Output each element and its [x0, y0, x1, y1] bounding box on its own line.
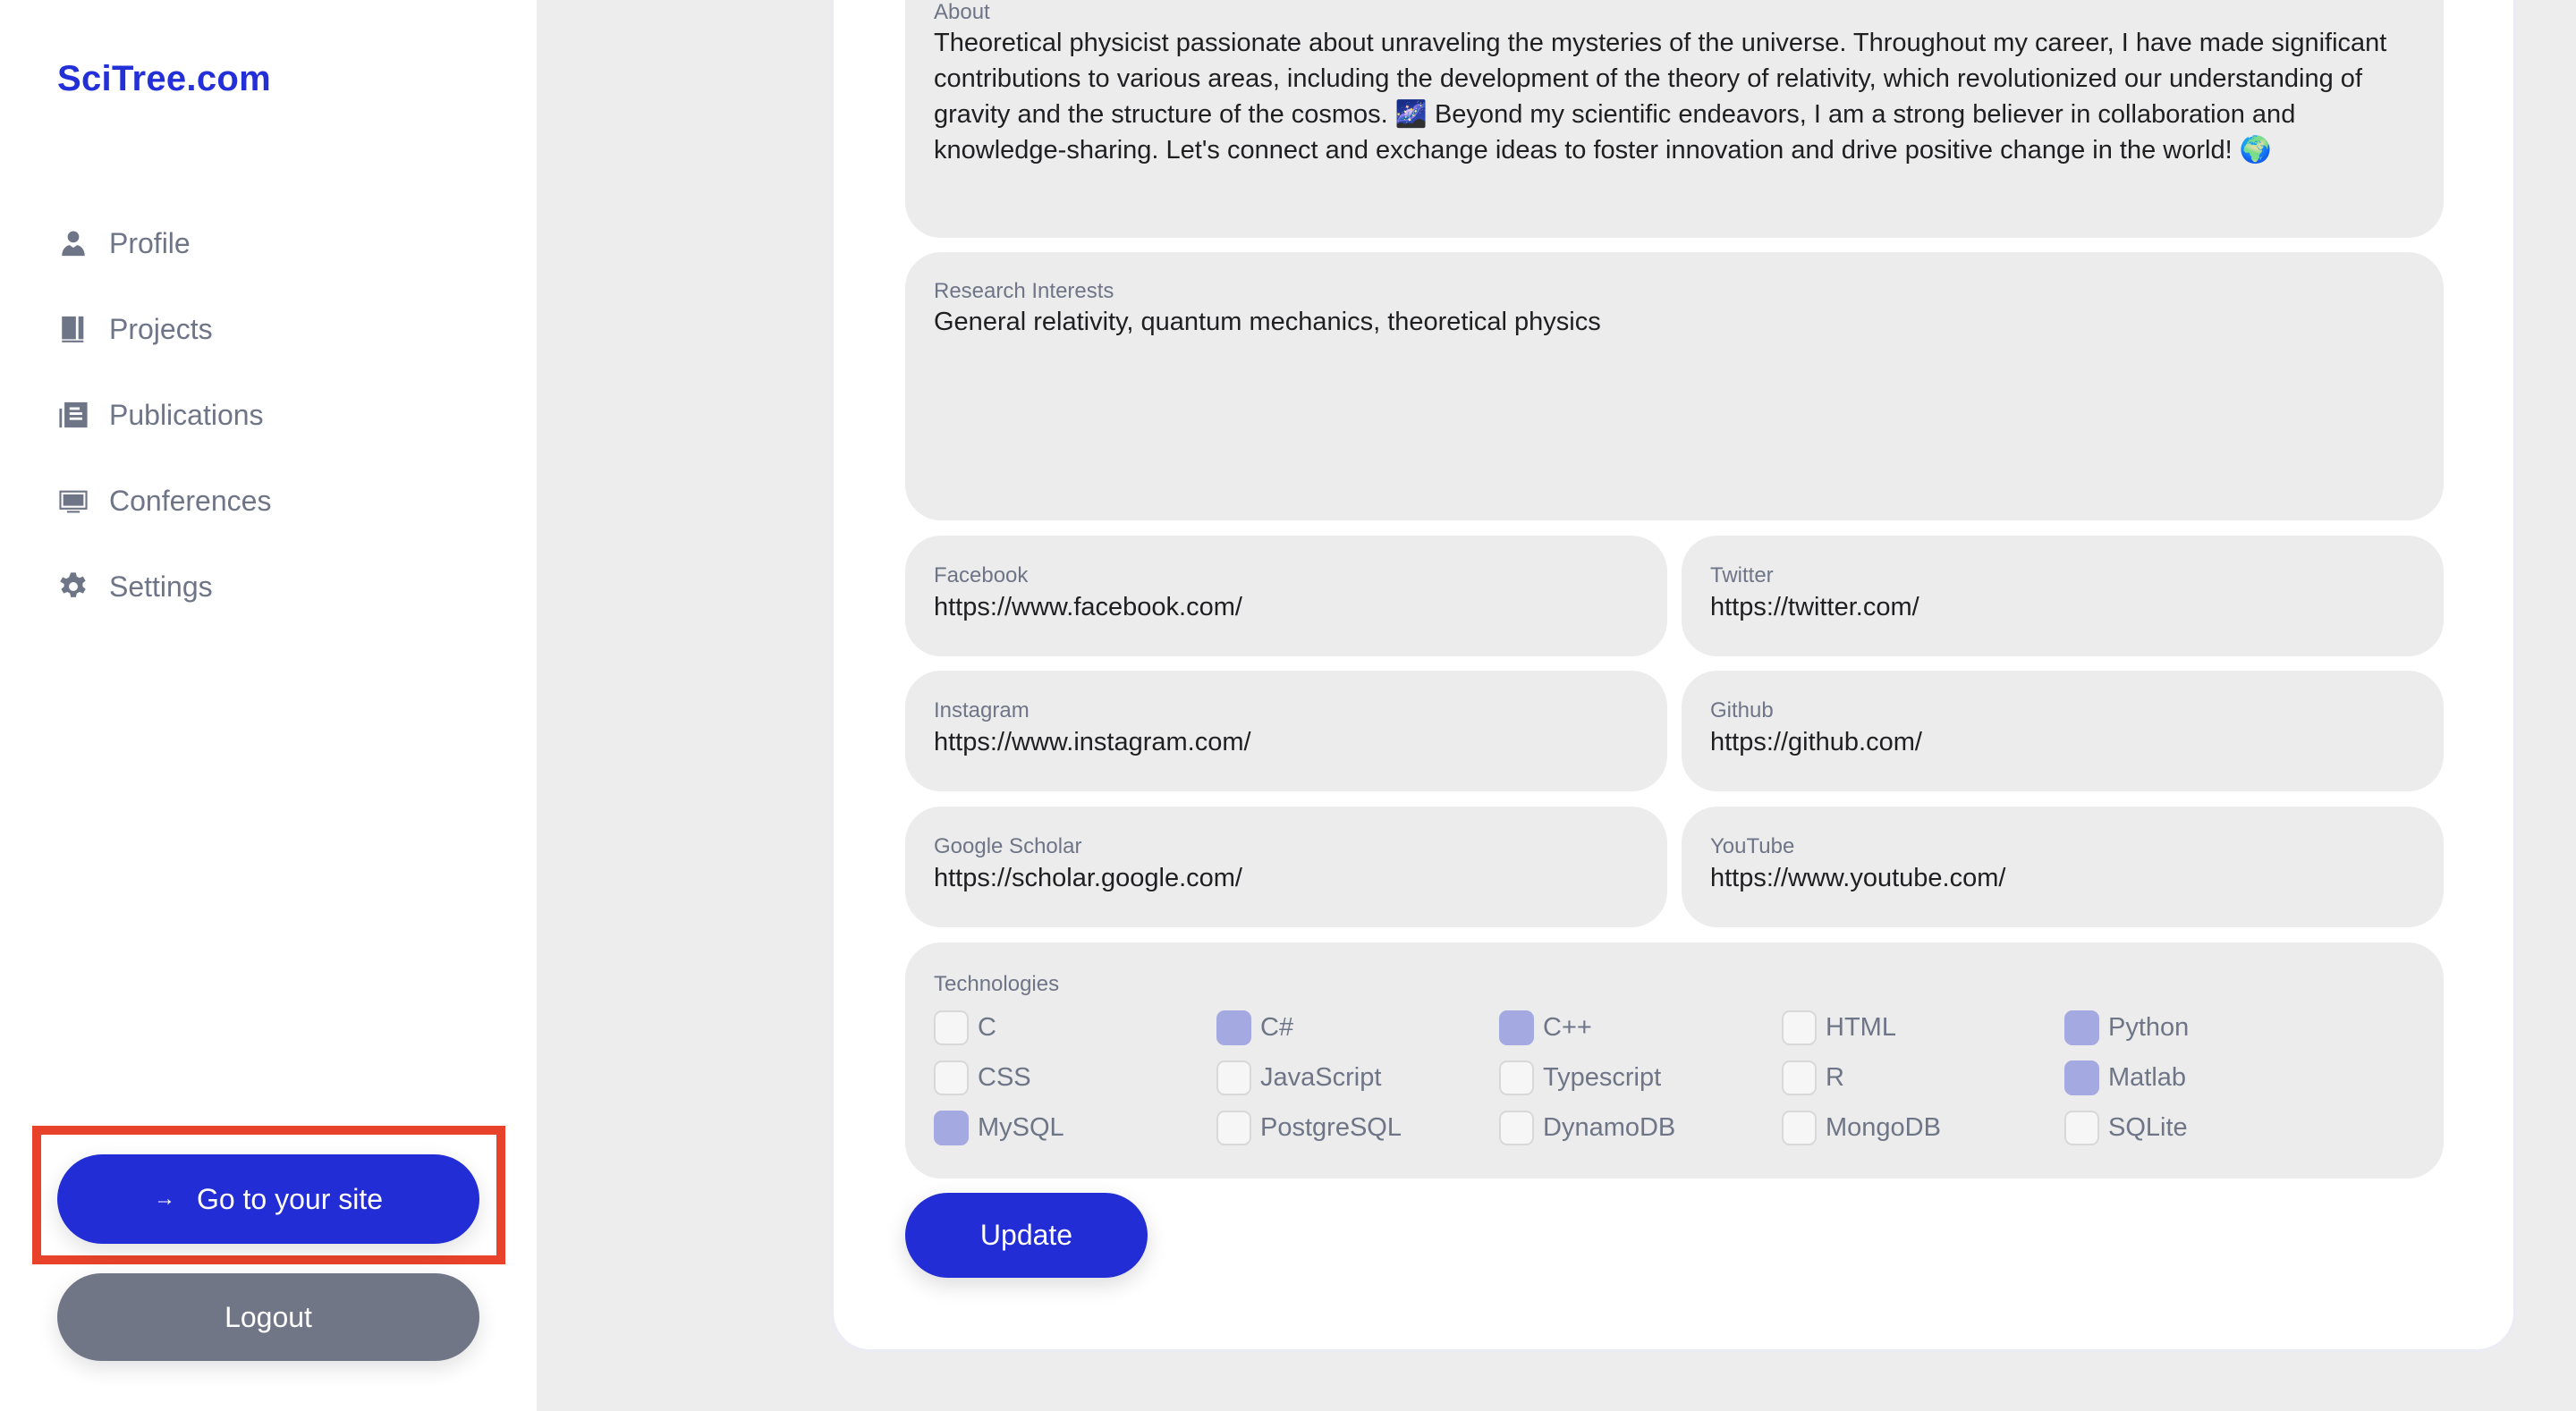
- technology-option[interactable]: MySQL: [934, 1103, 1216, 1153]
- technology-option[interactable]: JavaScript: [1216, 1052, 1499, 1103]
- technology-checkbox[interactable]: [934, 1110, 969, 1145]
- youtube-field[interactable]: YouTube https://www.youtube.com/: [1682, 807, 2444, 927]
- technology-option[interactable]: Typescript: [1499, 1052, 1782, 1103]
- go-to-site-label: Go to your site: [196, 1182, 384, 1215]
- sidebar-item-projects[interactable]: Projects: [57, 309, 271, 349]
- about-label: About: [934, 0, 990, 24]
- technology-label: Python: [2108, 1012, 2190, 1042]
- technologies-label: Technologies: [934, 972, 1060, 996]
- technology-checkbox[interactable]: [934, 1010, 969, 1045]
- technology-option[interactable]: CSS: [934, 1052, 1216, 1103]
- technology-label: MongoDB: [1826, 1112, 1941, 1142]
- technology-option[interactable]: Matlab: [2064, 1052, 2347, 1103]
- technology-checkbox[interactable]: [2064, 1010, 2099, 1045]
- technology-label: Matlab: [2108, 1062, 2187, 1092]
- facebook-label: Facebook: [934, 563, 1029, 587]
- technology-option[interactable]: Python: [2064, 1002, 2347, 1052]
- research-interests-label: Research Interests: [934, 279, 1114, 303]
- update-button[interactable]: Update: [905, 1193, 1148, 1278]
- technology-checkbox[interactable]: [1782, 1060, 1817, 1095]
- facebook-field[interactable]: Facebook https://www.facebook.com/: [905, 536, 1667, 656]
- technology-label: C: [978, 1012, 996, 1042]
- sidebar-item-settings[interactable]: Settings: [57, 567, 271, 606]
- technology-checkbox[interactable]: [1216, 1110, 1251, 1145]
- technology-checkbox[interactable]: [1499, 1110, 1534, 1145]
- technology-label: C#: [1260, 1012, 1294, 1042]
- person-icon: [57, 227, 89, 259]
- technology-checkbox[interactable]: [1499, 1060, 1534, 1095]
- technology-label: SQLite: [2108, 1112, 2188, 1142]
- technology-checkbox[interactable]: [1216, 1060, 1251, 1095]
- sidebar-item-conferences[interactable]: Conferences: [57, 481, 271, 520]
- sidebar-item-label: Profile: [109, 226, 191, 259]
- instagram-input[interactable]: https://www.instagram.com/: [934, 724, 1639, 760]
- sidebar-nav: Profile Projects Publications Conference…: [57, 224, 271, 653]
- github-input[interactable]: https://github.com/: [1710, 724, 2415, 760]
- technology-label: DynamoDB: [1543, 1112, 1676, 1142]
- monitor-icon: [57, 485, 89, 517]
- sidebar-item-profile[interactable]: Profile: [57, 224, 271, 263]
- about-textarea[interactable]: Theoretical physicist passionate about u…: [934, 25, 2415, 168]
- technology-option[interactable]: C#: [1216, 1002, 1499, 1052]
- technology-label: CSS: [978, 1062, 1031, 1092]
- logout-button[interactable]: Logout: [57, 1273, 479, 1361]
- technology-checkbox[interactable]: [2064, 1110, 2099, 1145]
- gear-icon: [57, 570, 89, 603]
- google-scholar-label: Google Scholar: [934, 834, 1082, 858]
- technology-option[interactable]: C++: [1499, 1002, 1782, 1052]
- technology-checkbox[interactable]: [1782, 1010, 1817, 1045]
- twitter-input[interactable]: https://twitter.com/: [1710, 589, 2415, 625]
- twitter-label: Twitter: [1710, 563, 1774, 587]
- research-interests-textarea[interactable]: General relativity, quantum mechanics, t…: [934, 304, 2415, 340]
- technology-checkbox[interactable]: [1499, 1010, 1534, 1045]
- sidebar-item-label: Publications: [109, 398, 264, 431]
- google-scholar-input[interactable]: https://scholar.google.com/: [934, 860, 1639, 896]
- about-field[interactable]: About Theoretical physicist passionate a…: [905, 0, 2444, 238]
- technology-label: HTML: [1826, 1012, 1896, 1042]
- instagram-label: Instagram: [934, 698, 1030, 722]
- sidebar-item-label: Projects: [109, 312, 213, 345]
- research-interests-field[interactable]: Research Interests General relativity, q…: [905, 252, 2444, 520]
- go-to-site-button[interactable]: → Go to your site: [57, 1154, 479, 1244]
- technology-option[interactable]: R: [1782, 1052, 2064, 1103]
- technology-label: C++: [1543, 1012, 1592, 1042]
- newspaper-icon: [57, 399, 89, 431]
- arrow-right-icon: →: [153, 1187, 175, 1211]
- youtube-label: YouTube: [1710, 834, 1795, 858]
- github-label: Github: [1710, 698, 1774, 722]
- technology-label: Typescript: [1543, 1062, 1662, 1092]
- technologies-field: Technologies C C# C++ HTML Python CSS JavaScri…: [905, 942, 2444, 1179]
- technology-option[interactable]: DynamoDB: [1499, 1103, 1782, 1153]
- logo[interactable]: SciTree.com: [57, 59, 271, 99]
- technology-label: MySQL: [978, 1112, 1064, 1142]
- technology-label: R: [1826, 1062, 1844, 1092]
- sidebar-item-label: Settings: [109, 570, 213, 603]
- youtube-input[interactable]: https://www.youtube.com/: [1710, 860, 2415, 896]
- technology-option[interactable]: HTML: [1782, 1002, 2064, 1052]
- twitter-field[interactable]: Twitter https://twitter.com/: [1682, 536, 2444, 656]
- technology-option[interactable]: MongoDB: [1782, 1103, 2064, 1153]
- technology-checkbox[interactable]: [1782, 1110, 1817, 1145]
- book-icon: [57, 313, 89, 345]
- technologies-grid: C C# C++ HTML Python CSS JavaScript Typescript R…: [934, 1002, 2415, 1153]
- sidebar-item-publications[interactable]: Publications: [57, 395, 271, 435]
- google-scholar-field[interactable]: Google Scholar https://scholar.google.co…: [905, 807, 1667, 927]
- facebook-input[interactable]: https://www.facebook.com/: [934, 589, 1639, 625]
- technology-checkbox[interactable]: [1216, 1010, 1251, 1045]
- technology-checkbox[interactable]: [934, 1060, 969, 1095]
- technology-option[interactable]: PostgreSQL: [1216, 1103, 1499, 1153]
- technology-label: PostgreSQL: [1260, 1112, 1402, 1142]
- technology-checkbox[interactable]: [2064, 1060, 2099, 1095]
- technology-option[interactable]: C: [934, 1002, 1216, 1052]
- instagram-field[interactable]: Instagram https://www.instagram.com/: [905, 671, 1667, 791]
- technology-option[interactable]: SQLite: [2064, 1103, 2347, 1153]
- technology-label: JavaScript: [1260, 1062, 1382, 1092]
- sidebar-item-label: Conferences: [109, 484, 272, 517]
- github-field[interactable]: Github https://github.com/: [1682, 671, 2444, 791]
- sidebar: SciTree.com Profile Projects Publication…: [0, 0, 537, 1411]
